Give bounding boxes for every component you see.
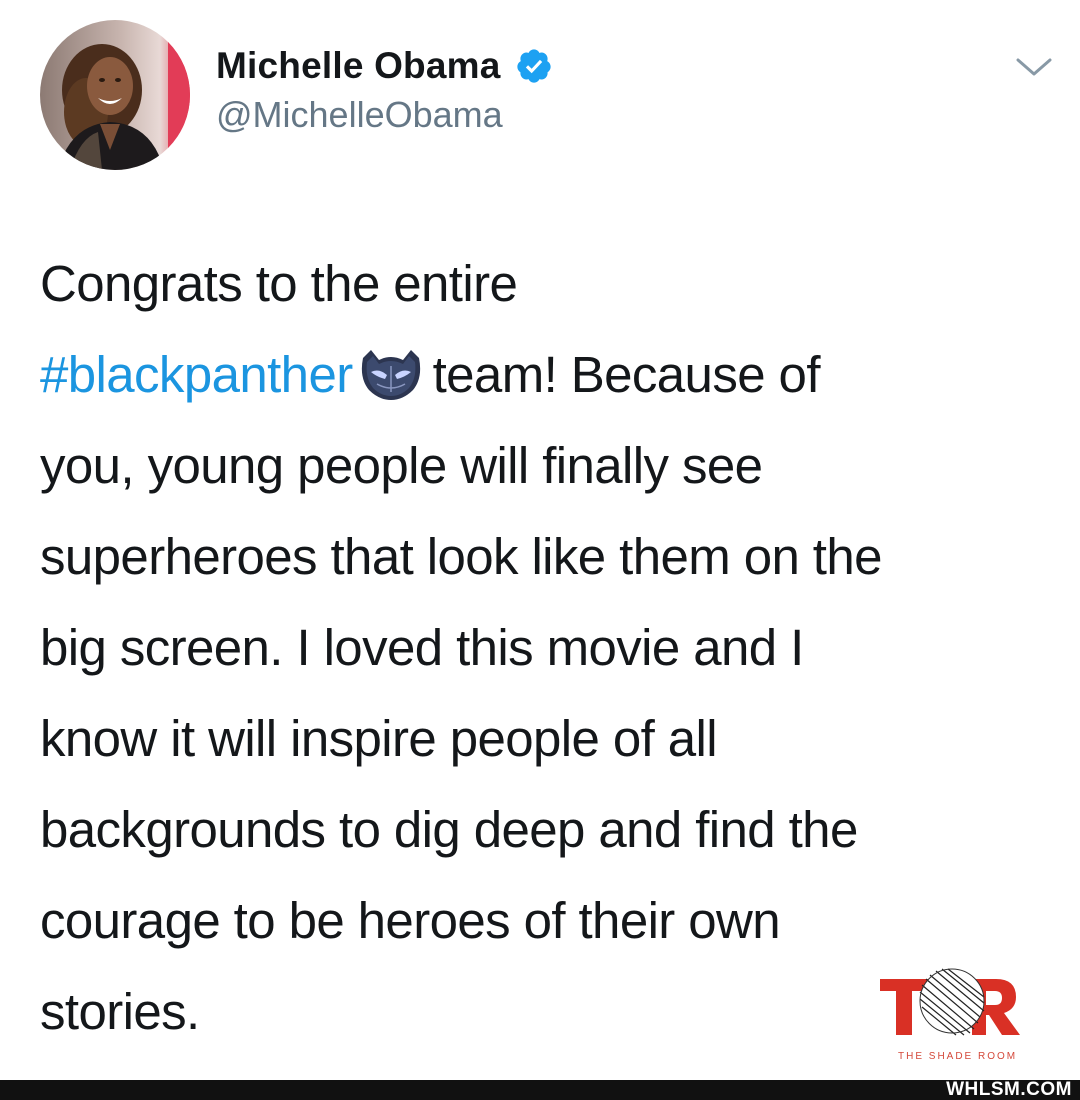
tweet-line: superheroes that look like them on the [40, 528, 882, 585]
author-handle[interactable]: @MichelleObama [216, 94, 553, 136]
display-name[interactable]: Michelle Obama [216, 45, 501, 87]
tweet-author: Michelle Obama @MichelleObama [216, 40, 553, 136]
tweet-line: you, young people will finally see [40, 437, 763, 494]
black-panther-mask-emoji-icon [361, 350, 420, 400]
watermark-text: WHLSM.COM [946, 1079, 1072, 1100]
avatar[interactable] [40, 20, 190, 170]
chevron-down-icon[interactable] [1012, 52, 1056, 82]
logo-caption: THE SHADE ROOM [898, 1051, 1018, 1062]
the-shade-room-logo: THE SHADE ROOM [870, 965, 1020, 1065]
tweet-line-text: team! Because of [432, 346, 821, 403]
tweet-line: big screen. I loved this movie and I [40, 619, 804, 676]
tweet-line: backgrounds to dig deep and find the [40, 801, 858, 858]
avatar-photo [40, 20, 190, 170]
watermark-bar: WHLSM.COM [0, 1080, 1080, 1100]
tweet-line: #blackpanther team! Because of [40, 329, 1050, 420]
tweet-line: Congrats to the entire [40, 255, 518, 312]
tweet-line: know it will inspire people of all [40, 710, 718, 767]
hashtag-link[interactable]: #blackpanther [40, 346, 353, 403]
tweet-text: Congrats to the entire #blackpanther tea… [40, 238, 1050, 1057]
tweet-line: courage to be heroes of their own [40, 892, 781, 949]
tweet-card: Michelle Obama @MichelleObama Congrats t… [0, 0, 1080, 1080]
verified-badge-icon [516, 49, 551, 83]
tsr-logo-icon [880, 968, 1020, 1036]
display-name-row: Michelle Obama [216, 40, 553, 92]
